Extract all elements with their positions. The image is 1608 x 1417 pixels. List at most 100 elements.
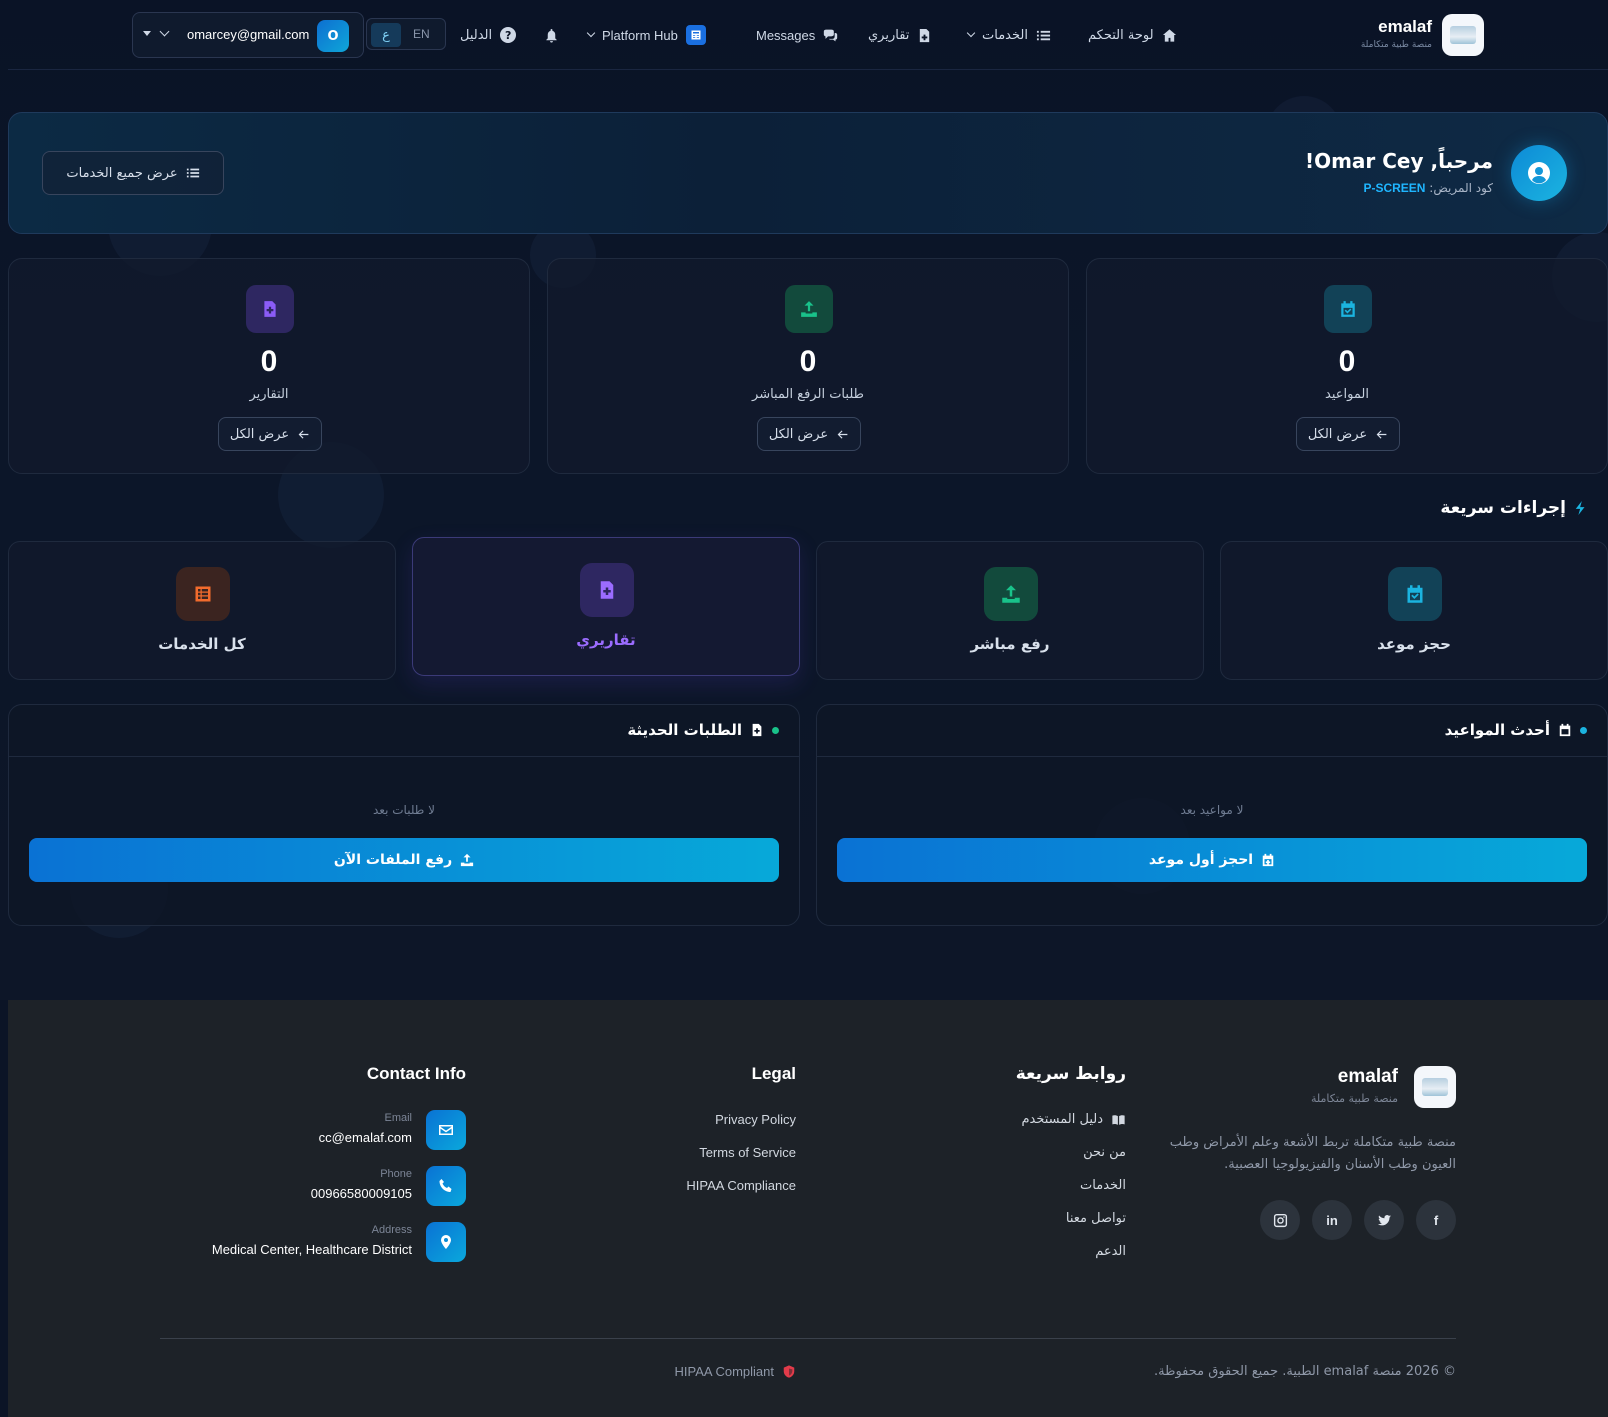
stat-value: 0: [1338, 345, 1356, 378]
phone-label: Phone: [380, 1168, 412, 1180]
panel-header: أحدث المواعيد: [817, 705, 1607, 757]
user-email: omarcey@gmail.com: [187, 27, 310, 42]
footer-brand-name: emalaf: [1337, 1066, 1398, 1087]
instagram-link[interactable]: [1260, 1200, 1300, 1240]
phone-icon: [426, 1166, 466, 1206]
stat-label: المواعيد: [1325, 387, 1369, 402]
book-open-icon: [1112, 1114, 1125, 1125]
view-all-reports-button[interactable]: عرض الكل: [218, 417, 322, 451]
twitter-icon: [1377, 1214, 1391, 1225]
book-first-appointment-label: احجز أول موعد: [1148, 852, 1254, 868]
upload-files-now-button[interactable]: رفع الملفات الآن: [29, 838, 779, 882]
email-label: Email: [384, 1112, 412, 1124]
nav-dashboard-label: لوحة التحكم: [1088, 27, 1154, 43]
hipaa-badge: HIPAA Compliant: [675, 1364, 796, 1379]
instagram-icon: [1273, 1213, 1287, 1227]
language-english[interactable]: EN: [413, 27, 430, 41]
quick-action-label: تقاريري: [576, 631, 636, 649]
nav-guide-label: الدليل: [460, 27, 493, 43]
contact-info-title: Contact Info: [366, 1064, 466, 1083]
brand-name: emalaf: [1378, 17, 1432, 36]
quick-actions-label: إجراءات سريعة: [1440, 498, 1566, 518]
envelope-icon: [426, 1110, 466, 1150]
calendar-check-icon: [1388, 567, 1442, 621]
user-menu[interactable]: omarcey@gmail.com O: [132, 12, 364, 58]
footer-brand-logo[interactable]: [1414, 1066, 1456, 1108]
language-switcher: ع EN: [366, 18, 446, 50]
footer-link-about[interactable]: من نحن: [1083, 1145, 1126, 1160]
footer-link-terms[interactable]: Terms of Service: [699, 1145, 796, 1160]
calendar-plus-icon: [1262, 853, 1274, 867]
arrow-right-icon: [298, 429, 309, 439]
nav-platform-hub-label: Platform Hub: [602, 27, 678, 43]
footer-link-support[interactable]: الدعم: [1095, 1244, 1126, 1259]
nav-services[interactable]: الخدمات: [966, 22, 1051, 48]
panel-title: أحدث المواعيد: [1445, 721, 1587, 739]
arrow-right-icon: [837, 429, 848, 439]
nav-reports[interactable]: تقاريري: [868, 22, 932, 48]
quick-actions-title: إجراءات سريعة: [1440, 498, 1588, 518]
contact-phone[interactable]: 00966580009105: [311, 1186, 412, 1201]
bell-icon: [546, 28, 557, 43]
address-label: Address: [371, 1224, 412, 1236]
quick-action-all-services[interactable]: كل الخدمات: [8, 541, 396, 680]
brand-tagline: منصة طبية متكاملة: [1360, 40, 1432, 50]
brand-logo[interactable]: [1442, 14, 1484, 56]
file-medical-icon: [752, 723, 762, 737]
twitter-link[interactable]: [1364, 1200, 1404, 1240]
shield-icon: [783, 1365, 795, 1378]
notifications-button[interactable]: [544, 22, 559, 48]
copyright-text: © 2026 منصة emalaf الطبية. جميع الحقوق م…: [1154, 1364, 1456, 1379]
footer-brand-tagline: منصة طبية متكاملة: [1310, 1092, 1398, 1105]
comments-icon: [824, 29, 838, 41]
empty-requests-text: لا طلبات بعد: [373, 803, 435, 817]
nav-messages[interactable]: Messages: [756, 22, 838, 48]
quick-action-direct-upload[interactable]: رفع مباشر: [816, 541, 1204, 680]
footer-link-user-guide[interactable]: دليل المستخدم: [1021, 1112, 1126, 1127]
contact-email[interactable]: cc@emalaf.com: [319, 1130, 412, 1145]
nav-platform-hub[interactable]: Platform Hub: [586, 22, 706, 48]
hub-icon: [685, 25, 706, 45]
stat-value: 0: [799, 345, 817, 378]
panel-title: الطلبات الحديثة: [627, 721, 779, 739]
user-circle-icon: [1511, 145, 1567, 201]
calendar-icon: [1559, 723, 1571, 737]
hipaa-badge-label: HIPAA Compliant: [674, 1364, 774, 1379]
welcome-banner: مرحباً, Omar Cey! كود المريض: P-SCREEN ع…: [8, 112, 1608, 234]
empty-appointments-text: لا مواعيد بعد: [1180, 803, 1244, 817]
nav-services-label: الخدمات: [982, 27, 1028, 43]
nav-dashboard[interactable]: لوحة التحكم: [1088, 22, 1177, 48]
stat-label: طلبات الرفع المباشر: [752, 387, 864, 402]
footer-divider: [160, 1338, 1456, 1339]
book-first-appointment-button[interactable]: احجز أول موعد: [837, 838, 1587, 882]
stat-card-direct-uploads: 0 طلبات الرفع المباشر عرض الكل: [547, 258, 1069, 474]
quick-action-label: كل الخدمات: [158, 635, 246, 653]
caret-down-icon: [143, 31, 151, 36]
status-dot: [772, 726, 779, 734]
footer-link-hipaa[interactable]: HIPAA Compliance: [686, 1178, 796, 1193]
view-all-uploads-button[interactable]: عرض الكل: [757, 417, 861, 451]
footer-link-privacy[interactable]: Privacy Policy: [715, 1112, 796, 1127]
facebook-icon: f: [1433, 1212, 1439, 1228]
linkedin-icon: in: [1326, 1212, 1338, 1228]
home-icon: [1162, 28, 1176, 42]
footer-link-contact[interactable]: تواصل معنا: [1066, 1211, 1126, 1226]
quick-action-label: حجز موعد: [1377, 635, 1451, 653]
view-all-appointments-button[interactable]: عرض الكل: [1296, 417, 1400, 451]
patient-code: كود المريض: P-SCREEN: [1363, 181, 1493, 195]
file-medical-icon: [580, 563, 634, 617]
nav-guide[interactable]: ? الدليل: [460, 22, 517, 48]
view-all-services-button[interactable]: عرض جميع الخدمات: [42, 151, 224, 195]
chevron-down-icon: [586, 28, 596, 38]
welcome-title: مرحباً, Omar Cey!: [1304, 149, 1493, 173]
quick-action-my-reports[interactable]: تقاريري: [412, 537, 800, 676]
linkedin-link[interactable]: in: [1312, 1200, 1352, 1240]
upload-files-now-label: رفع الملفات الآن: [333, 852, 453, 868]
footer-link-services[interactable]: الخدمات: [1080, 1178, 1126, 1193]
language-arabic[interactable]: ع: [371, 23, 401, 47]
nav-messages-label: Messages: [756, 27, 816, 43]
list-icon: [186, 168, 199, 178]
facebook-link[interactable]: f: [1416, 1200, 1456, 1240]
upload-icon: [785, 285, 833, 333]
quick-action-book-appointment[interactable]: حجز موعد: [1220, 541, 1608, 680]
